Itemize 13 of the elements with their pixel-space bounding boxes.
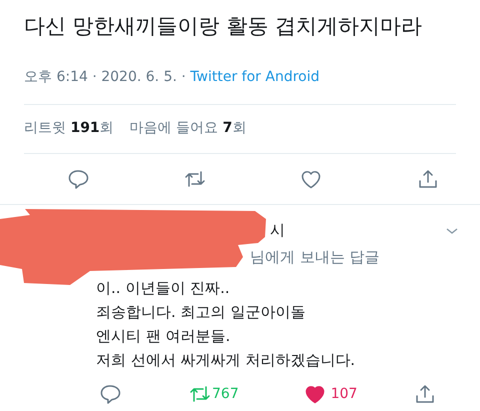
- like-count: 107: [330, 384, 358, 404]
- source-link[interactable]: Twitter for Android: [190, 69, 320, 86]
- reply-text-line: 저희 선에서 싸게싸게 처리하겠습니다.: [96, 350, 356, 372]
- tweet-timestamp: 오후 6:14 · 2020. 6. 5. ·: [24, 69, 187, 86]
- reply-text-line: 이.. 이년들이 진짜..: [96, 278, 231, 300]
- stat-count: 리트윗 191회: [24, 119, 114, 138]
- reply-text-line: 엔시티 팬 여러분들.: [96, 326, 232, 348]
- retweet-count: 767: [212, 384, 239, 404]
- replying-to: 님에게 보내는 답글: [250, 246, 380, 268]
- display-name: 시: [270, 220, 285, 242]
- reply-text-line: 죄송합니다. 최고의 일군아이돌: [96, 302, 306, 324]
- tweet-text: 다신 망한새끼들이랑 활동 겹치게하지마라: [23, 13, 424, 40]
- stat-count: 마음에 들어요 7회: [130, 119, 246, 138]
